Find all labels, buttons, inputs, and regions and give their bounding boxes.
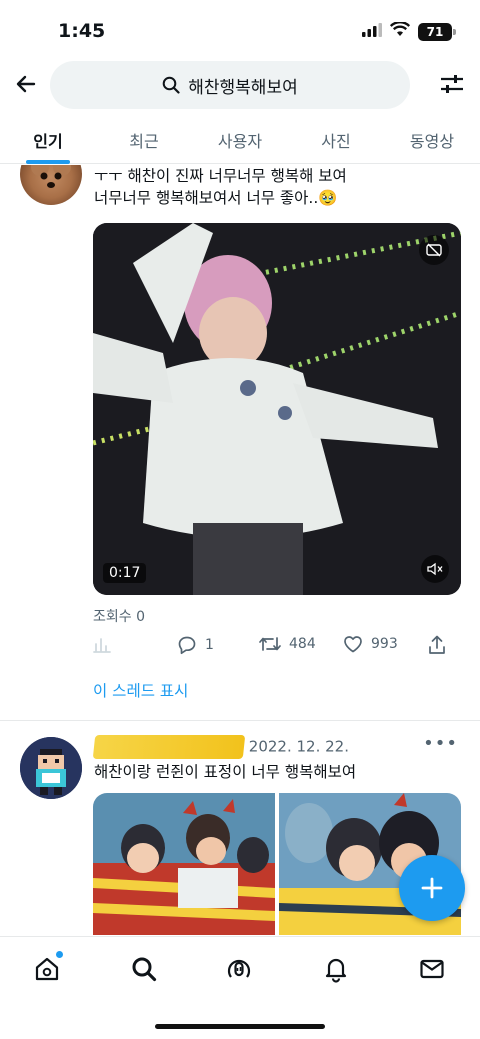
heart-icon <box>344 636 362 653</box>
back-button[interactable] <box>10 68 42 100</box>
notification-dot <box>56 951 63 958</box>
avatar[interactable] <box>20 737 82 799</box>
status-bar: 1:45 71 <box>0 0 480 58</box>
tweet-divider <box>0 720 480 721</box>
search-query: 해찬행복해보여 <box>188 77 298 98</box>
reply-icon <box>178 636 196 655</box>
tweet-header: 2022. 12. 22. <box>92 735 349 759</box>
like-count: 993 <box>371 636 398 652</box>
mute-button[interactable] <box>421 555 449 583</box>
retweet-button[interactable]: 484 <box>259 635 316 653</box>
more-options-icon[interactable]: ••• <box>423 733 458 754</box>
tweet-text: 해찬이랑 런쥔이 표정이 너무 행복해보여 <box>94 763 357 781</box>
tweet-text-line: ㅜㅜ 해찬이 진짜 너무너무 행복해 보여 <box>94 167 347 185</box>
share-icon <box>429 635 445 654</box>
reply-button[interactable]: 1 <box>177 635 214 655</box>
tweet-images <box>93 793 461 935</box>
nav-spaces[interactable] <box>221 951 257 987</box>
search-tabs: 인기 최근 사용자 사진 동영상 <box>0 114 480 164</box>
tab-top[interactable]: 인기 <box>0 114 96 163</box>
tweet-date: 2022. 12. 22. <box>248 737 349 756</box>
search-header: 해찬행복해보여 <box>0 58 480 114</box>
video-frame <box>93 223 461 595</box>
tab-people[interactable]: 사용자 <box>192 114 288 163</box>
tweet-text: ㅜㅜ 해찬이 진짜 너무너무 행복해 보여 너무너무 행복해보여서 너무 좋아.… <box>94 165 464 209</box>
nav-home[interactable] <box>29 951 65 987</box>
sliders-icon <box>441 75 463 93</box>
mail-icon <box>420 959 444 979</box>
plus-icon <box>421 877 443 899</box>
captions-button[interactable] <box>419 235 449 265</box>
signal-icon <box>362 22 382 41</box>
share-button[interactable] <box>428 635 446 655</box>
search-input[interactable]: 해찬행복해보여 <box>50 61 410 109</box>
battery-icon: 71 <box>418 22 456 41</box>
compose-button[interactable] <box>399 855 465 921</box>
tab-photos[interactable]: 사진 <box>288 114 384 163</box>
nav-search[interactable] <box>126 951 162 987</box>
tweet-actions: 1 484 993 <box>93 635 463 659</box>
home-indicator <box>155 1024 325 1029</box>
avatar[interactable] <box>20 165 82 205</box>
nav-messages[interactable] <box>414 951 450 987</box>
analytics-button[interactable] <box>93 635 111 653</box>
tweet-text-line: 너무너무 행복해보여서 너무 좋아..🥹 <box>94 189 338 207</box>
analytics-icon <box>93 638 111 653</box>
like-button[interactable]: 993 <box>343 635 398 653</box>
tab-videos[interactable]: 동영상 <box>384 114 480 163</box>
captions-off-icon <box>426 243 442 257</box>
view-count: 조회수 0 <box>93 609 145 625</box>
status-icons: 71 <box>362 21 456 41</box>
video-duration: 0:17 <box>103 563 147 583</box>
tweet-video[interactable]: 0:17 <box>93 223 461 595</box>
tweet-image[interactable] <box>93 793 275 935</box>
search-icon <box>162 76 180 94</box>
speaker-muted-icon <box>427 562 443 576</box>
status-time: 1:45 <box>58 20 106 42</box>
retweet-count: 484 <box>289 636 316 652</box>
back-arrow-icon <box>16 75 36 93</box>
retweet-icon <box>259 637 281 651</box>
bottom-nav <box>0 936 480 1039</box>
wifi-icon <box>389 21 411 41</box>
bell-icon <box>325 958 347 983</box>
spaces-icon <box>227 959 251 978</box>
filter-button[interactable] <box>436 68 468 100</box>
nav-notifications[interactable] <box>318 951 354 987</box>
tab-latest[interactable]: 최근 <box>96 114 192 163</box>
tweet-feed: ㅜㅜ 해찬이 진짜 너무너무 행복해 보여 너무너무 행복해보여서 너무 좋아.… <box>0 165 480 935</box>
search-icon <box>132 957 157 982</box>
home-icon <box>35 957 59 981</box>
redacted-username <box>92 735 246 759</box>
show-thread-link[interactable]: 이 스레드 표시 <box>93 679 188 701</box>
reply-count: 1 <box>205 637 214 653</box>
